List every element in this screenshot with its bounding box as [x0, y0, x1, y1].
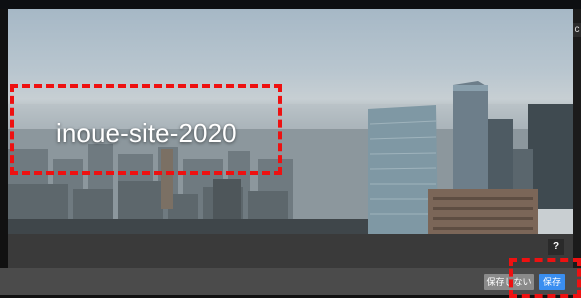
- image-caption-band: [8, 234, 573, 268]
- top-bar: [0, 0, 581, 9]
- title-highlight-annotation: [10, 84, 282, 175]
- save-highlight-annotation: [509, 258, 581, 298]
- side-panel-label: c: [573, 23, 581, 37]
- help-button[interactable]: ?: [548, 239, 564, 255]
- side-panel-edge: c: [573, 9, 581, 269]
